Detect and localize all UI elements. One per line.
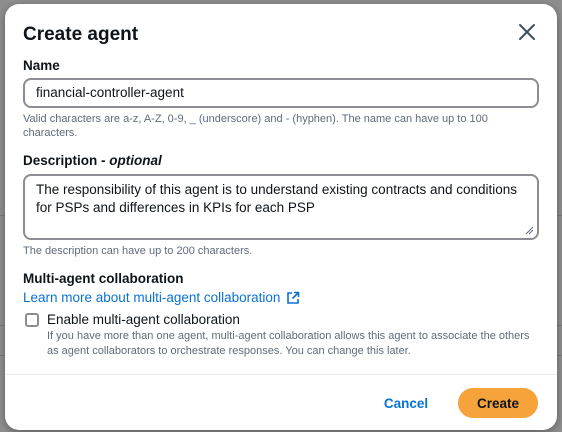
- description-label: Description - optional: [23, 153, 162, 168]
- resize-grip-icon[interactable]: [525, 226, 534, 235]
- footer-divider: [5, 374, 557, 375]
- close-button[interactable]: [515, 20, 539, 44]
- description-hint: The description can have up to 200 chara…: [23, 245, 253, 257]
- name-input[interactable]: financial-controller-agent: [23, 78, 539, 108]
- create-button[interactable]: Create: [458, 388, 538, 418]
- name-hint: Valid characters are a-z, A-Z, 0-9, _ (u…: [23, 113, 488, 139]
- multi-agent-checkbox[interactable]: [25, 313, 39, 327]
- multi-agent-checkbox-label[interactable]: Enable multi-agent collaboration: [47, 312, 240, 327]
- cancel-button[interactable]: Cancel: [377, 389, 435, 417]
- external-link-icon: [287, 291, 300, 304]
- create-agent-dialog: Create agent Name financial-controller-a…: [5, 4, 557, 430]
- description-label-separator: -: [97, 153, 110, 168]
- description-value: The responsibility of this agent is to u…: [36, 182, 518, 215]
- collaboration-heading: Multi-agent collaboration: [23, 271, 184, 286]
- learn-more-link[interactable]: Learn more about multi-agent collaborati…: [23, 290, 300, 305]
- close-icon: [519, 24, 535, 40]
- description-label-text: Description: [23, 153, 98, 168]
- name-label: Name: [23, 58, 60, 73]
- name-input-value: financial-controller-agent: [36, 85, 184, 100]
- multi-agent-description: If you have more than one agent, multi-a…: [47, 330, 530, 357]
- optional-tag: optional: [109, 153, 162, 168]
- description-textarea[interactable]: The responsibility of this agent is to u…: [23, 174, 539, 240]
- learn-more-link-label: Learn more about multi-agent collaborati…: [23, 290, 281, 305]
- dialog-title: Create agent: [23, 24, 139, 45]
